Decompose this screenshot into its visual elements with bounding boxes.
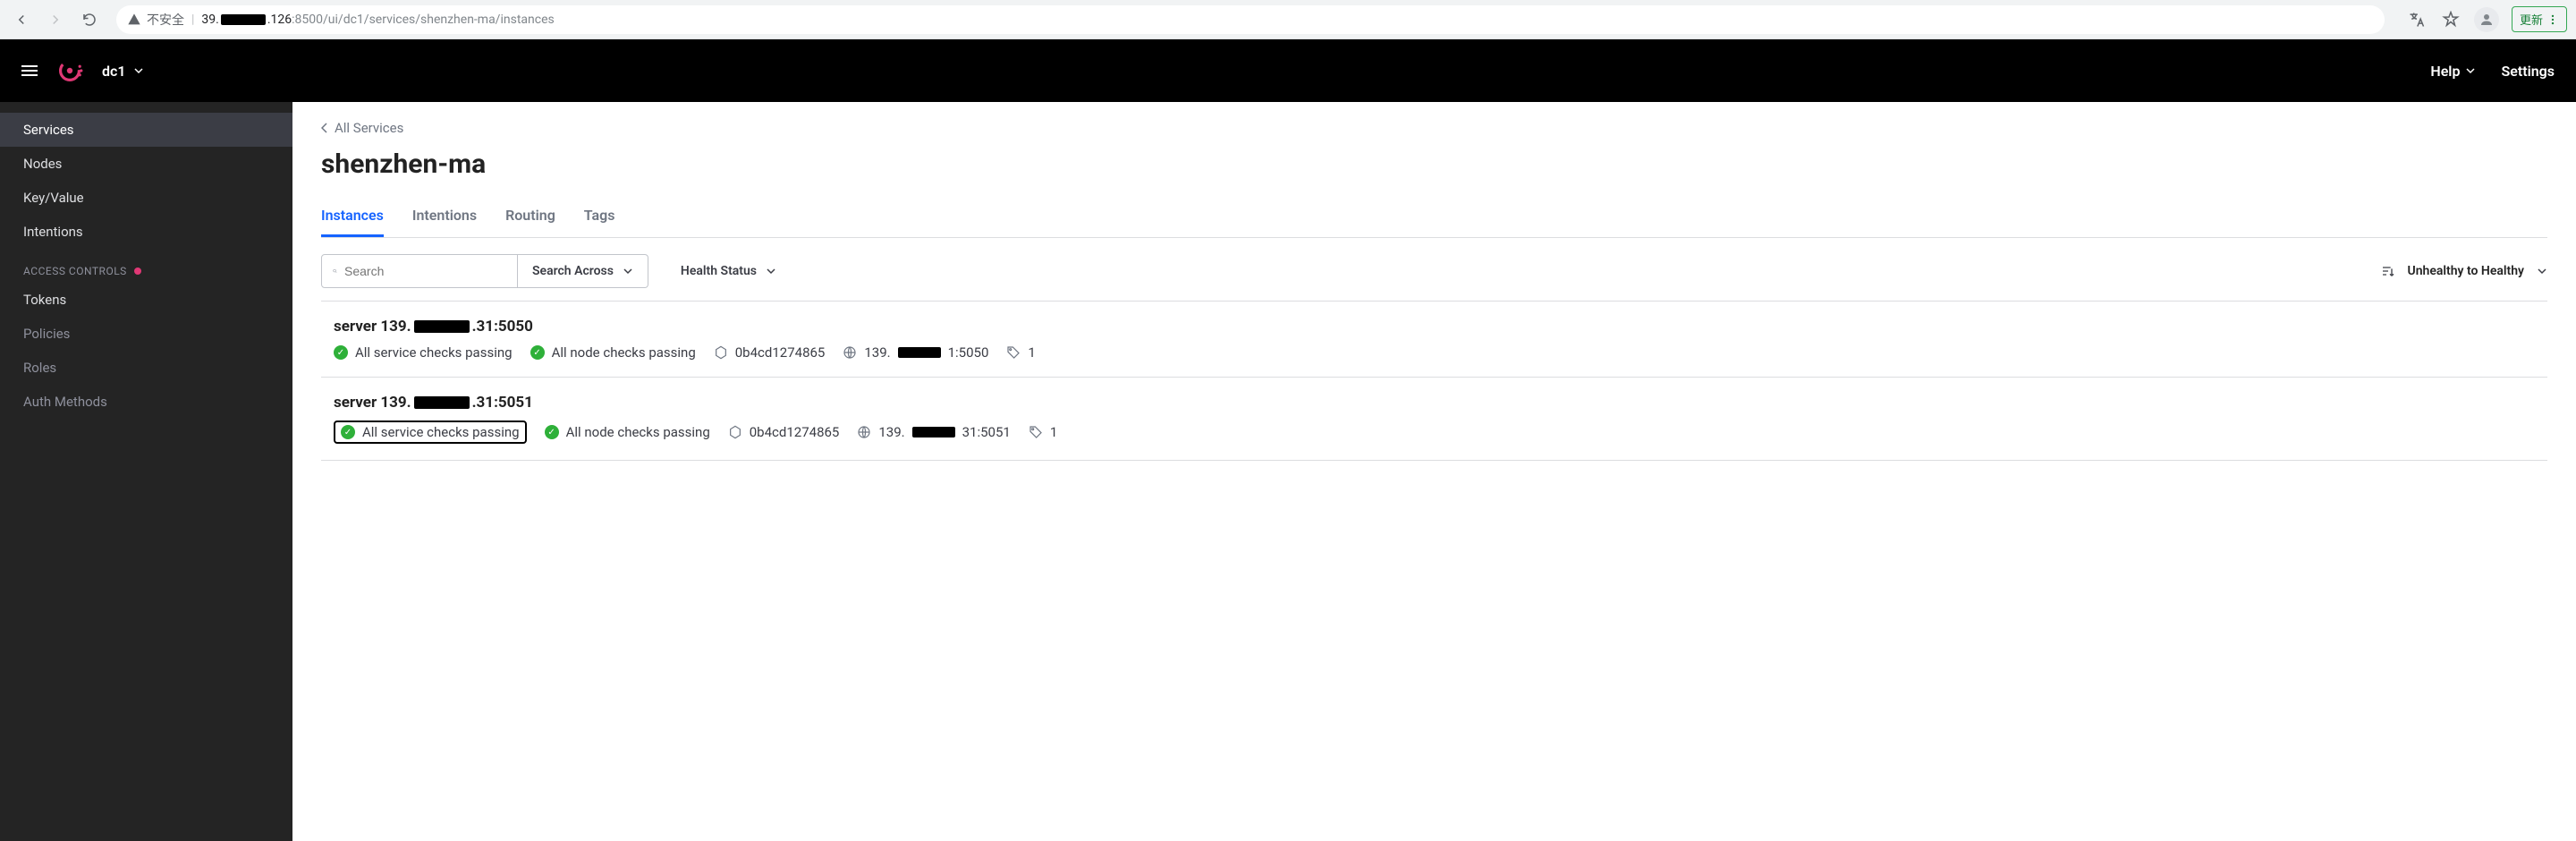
status-dot-icon [134,268,141,275]
instance-address: 139.31:5051 [857,424,1010,440]
security-label: 不安全 [147,11,184,29]
main-content: All Services shenzhen-ma Instances Intent… [292,102,2576,841]
tab-intentions[interactable]: Intentions [412,196,477,237]
help-link[interactable]: Help [2430,63,2476,80]
app-header: dc1 Help Settings [0,39,2576,102]
chevron-down-icon [2537,266,2547,276]
redacted-ip [912,427,955,437]
sidebar-item-tokens[interactable]: Tokens [0,283,292,317]
instance-name: server 139..31:5050 [334,318,2535,336]
check-icon: ✓ [334,345,348,360]
datacenter-selector[interactable]: dc1 [102,63,144,80]
node-id: 0b4cd1274865 [714,344,826,361]
chevron-down-icon [2465,65,2476,76]
sidebar-item-services[interactable]: Services [0,113,292,147]
check-icon: ✓ [341,425,355,439]
search-input[interactable] [321,254,518,288]
tag-count: 1 [1029,424,1057,440]
redacted-ip [414,396,470,409]
node-checks-status: ✓All node checks passing [545,424,710,440]
sidebar-item-key-value[interactable]: Key/Value [0,181,292,215]
instance-meta: ✓All service checks passing ✓All node che… [334,420,2535,444]
instance-name: server 139..31:5051 [334,394,2535,412]
breadcrumb-label: All Services [335,120,403,136]
settings-link[interactable]: Settings [2501,63,2555,80]
instance-list: server 139..31:5050 ✓All service checks p… [321,301,2547,461]
chevron-down-icon [133,65,144,76]
node-checks-status: ✓All node checks passing [530,344,696,361]
tag-icon [1029,425,1043,439]
translate-icon[interactable] [2406,9,2428,30]
globe-icon [857,425,871,439]
profile-avatar[interactable] [2474,7,2499,32]
redacted-ip [221,14,266,25]
sidebar-section-access: ACCESS CONTROLS [0,249,292,283]
sidebar-item-roles[interactable]: Roles [0,351,292,385]
instance-row[interactable]: server 139..31:5051 ✓All service checks p… [321,378,2547,461]
tab-instances[interactable]: Instances [321,196,384,237]
reload-button[interactable] [77,7,102,32]
check-icon: ✓ [530,345,545,360]
service-checks-status: ✓All service checks passing [334,420,527,444]
forward-button[interactable] [43,7,68,32]
tag-icon [1006,345,1021,360]
redacted-ip [414,320,470,333]
dc-label: dc1 [102,63,126,80]
menu-toggle[interactable] [21,65,38,76]
security-indicator[interactable]: 不安全 [127,11,184,29]
search-field[interactable] [344,264,506,278]
url-divider: | [191,13,194,27]
sidebar-item-nodes[interactable]: Nodes [0,147,292,181]
check-icon: ✓ [545,425,559,439]
bookmark-icon[interactable] [2440,9,2462,30]
instance-address: 139.1:5050 [843,344,988,361]
url-text: 39..126:8500/ui/dc1/services/shenzhen-ma… [201,13,554,27]
search-icon [333,265,337,277]
chevron-down-icon [623,266,633,276]
globe-icon [843,345,857,360]
sort-icon [2381,264,2395,278]
tab-tags[interactable]: Tags [584,196,615,237]
health-status-filter[interactable]: Health Status [666,254,791,288]
tab-bar: Instances Intentions Routing Tags [321,196,2547,238]
browser-toolbar: 不安全 | 39..126:8500/ui/dc1/services/shenz… [0,0,2576,39]
tag-count: 1 [1006,344,1035,361]
redacted-ip [898,347,941,358]
node-id: 0b4cd1274865 [728,424,840,440]
hexagon-icon [728,425,742,439]
sidebar-item-auth-methods[interactable]: Auth Methods [0,385,292,419]
instance-row[interactable]: server 139..31:5050 ✓All service checks p… [321,302,2547,378]
chevron-left-icon [321,123,327,133]
sort-selector[interactable]: Unhealthy to Healthy [2381,264,2547,278]
sidebar-item-policies[interactable]: Policies [0,317,292,351]
update-button[interactable]: 更新 [2512,6,2567,32]
search-across-dropdown[interactable]: Search Across [518,254,648,288]
sidebar-item-intentions[interactable]: Intentions [0,215,292,249]
back-button[interactable] [9,7,34,32]
address-bar[interactable]: 不安全 | 39..126:8500/ui/dc1/services/shenz… [116,5,2385,34]
sidebar-nav: ServicesNodesKey/ValueIntentions ACCESS … [0,102,292,841]
tab-routing[interactable]: Routing [505,196,555,237]
page-title: shenzhen-ma [321,149,2547,180]
hexagon-icon [714,345,728,360]
breadcrumb-back[interactable]: All Services [321,120,2547,136]
chevron-down-icon [766,266,776,276]
instance-meta: ✓All service checks passing ✓All node che… [334,344,2535,361]
service-checks-status: ✓All service checks passing [334,344,513,361]
consul-logo-icon [55,56,84,85]
